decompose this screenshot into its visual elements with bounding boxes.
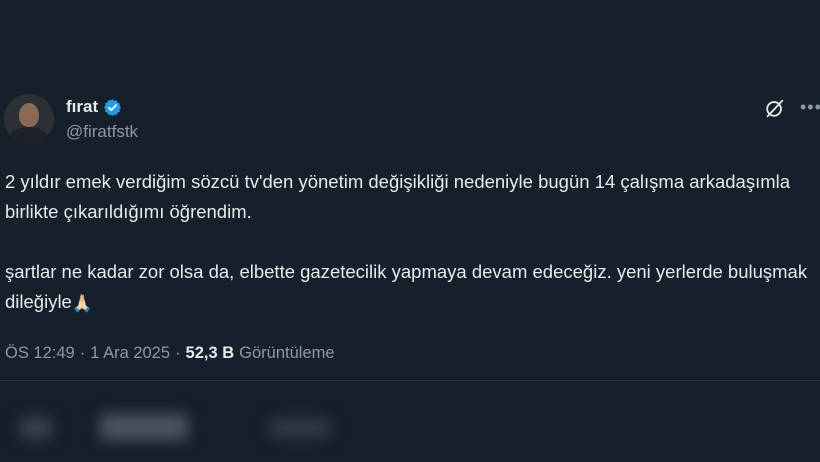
tweet-date[interactable]: 1 Ara 2025 [90,344,170,363]
meta-separator: · [175,344,181,362]
tweet-meta: ÖS 12:49 · 1 Ara 2025 · 52,3 B Görüntüle… [5,344,335,363]
avatar-shoulders [9,127,49,144]
pray-emoji: 🙏🏻 [71,294,94,313]
meta-separator: · [79,344,86,362]
views-count[interactable]: 52,3 B [186,344,235,363]
blurred-engagement-bar [0,392,820,462]
tweet-text: 2 yıldır emek verdiğim sözcü tv'den yöne… [5,167,815,319]
divider [0,380,820,381]
views-label: Görüntüleme [239,344,335,362]
grok-icon[interactable] [764,97,786,119]
tweet-time[interactable]: ÖS 12:49 [5,344,75,363]
blurred-element [100,414,188,440]
verified-badge-icon [104,98,122,116]
blurred-element [270,418,330,438]
avatar[interactable] [4,94,54,144]
avatar-face [19,103,39,127]
tweet-card: fırat @firatfstk ••• 2 yıldır emek verdi… [0,0,820,461]
tweet-paragraph-2-text: şartlar ne kadar zor olsa da, elbette ga… [5,261,808,312]
more-icon[interactable]: ••• [800,98,820,116]
blurred-element [20,418,52,438]
display-name[interactable]: fırat [66,97,98,117]
tweet-paragraph-1: 2 yıldır emek verdiğim sözcü tv'den yöne… [5,171,791,222]
tweet-paragraph-2: şartlar ne kadar zor olsa da, elbette ga… [5,257,815,319]
user-handle[interactable]: @firatfstk [66,122,138,142]
user-name-row: fırat [66,94,122,120]
